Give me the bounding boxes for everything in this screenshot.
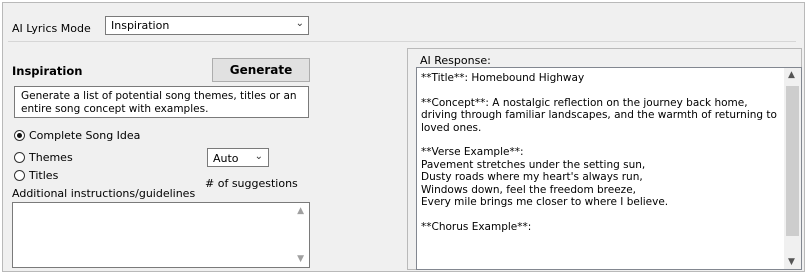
scroll-up-icon[interactable]: ▲ <box>297 206 304 216</box>
response-scrollbar[interactable]: ▲ ▼ <box>784 68 801 269</box>
scroll-thumb[interactable] <box>786 86 799 236</box>
radio-complete-song-idea[interactable]: Complete Song Idea <box>14 127 140 143</box>
radio-label: Complete Song Idea <box>29 128 141 142</box>
description-box: Generate a list of potential song themes… <box>14 86 309 118</box>
radio-icon <box>14 129 25 141</box>
response-text: **Title**: Homebound Highway **Concept**… <box>421 72 777 233</box>
chevron-down-icon: ⌄ <box>295 18 304 29</box>
instructions-label: Additional instructions/guidelines <box>12 187 196 200</box>
radio-label: Themes <box>29 150 73 164</box>
mode-label: AI Lyrics Mode <box>12 22 91 35</box>
generate-button[interactable]: Generate <box>212 58 310 82</box>
panel-title: Inspiration <box>12 64 83 78</box>
mode-dropdown[interactable]: Inspiration ⌄ <box>105 16 309 35</box>
scroll-down-icon[interactable]: ▼ <box>297 254 304 264</box>
response-label: AI Response: <box>420 54 491 67</box>
radio-themes[interactable]: Themes <box>14 149 73 165</box>
mode-value: Inspiration <box>111 19 170 32</box>
scroll-up-icon[interactable]: ▲ <box>788 70 795 80</box>
instructions-textarea[interactable]: ▲ ▼ <box>12 202 310 268</box>
suggestions-value: Auto <box>213 152 239 165</box>
radio-titles[interactable]: Titles <box>14 167 58 183</box>
scroll-down-icon[interactable]: ▼ <box>788 257 795 267</box>
radio-icon <box>14 169 25 181</box>
radio-label: Titles <box>29 168 59 182</box>
response-textbox[interactable]: **Title**: Homebound Highway **Concept**… <box>416 67 802 270</box>
divider <box>8 41 796 42</box>
radio-icon <box>14 151 25 163</box>
chevron-down-icon: ⌄ <box>254 151 263 162</box>
suggestions-label: # of suggestions <box>205 177 298 190</box>
suggestions-dropdown[interactable]: Auto ⌄ <box>207 148 269 167</box>
